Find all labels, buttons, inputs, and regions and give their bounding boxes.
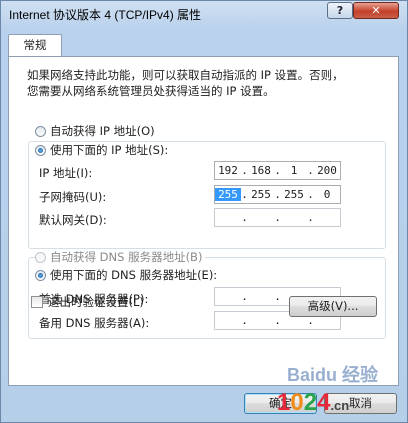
auto-ip-radio[interactable]: 自动获得 IP 地址(O) — [35, 123, 158, 139]
radio-selected-icon — [35, 269, 46, 281]
radio-selected-icon — [35, 144, 46, 156]
alternate-dns-label: 备用 DNS 服务器(A): — [39, 316, 150, 330]
octet: 168 — [251, 164, 271, 177]
intro-text: 如果网络支持此功能，则可以获取自动指派的 IP 设置。否则， 您需要从网络系统管… — [27, 67, 387, 99]
default-gateway-field[interactable]: . . . — [214, 208, 341, 227]
radio-icon — [35, 125, 46, 137]
checkbox-icon — [31, 296, 43, 308]
intro-line-2: 您需要从网络系统管理员处获得适当的 IP 设置。 — [27, 84, 275, 98]
cancel-button[interactable]: 取消 — [324, 393, 397, 414]
default-gateway-label: 默认网关(D): — [39, 213, 107, 227]
radio-icon — [35, 251, 46, 263]
manual-ip-radio[interactable]: 使用下面的 IP 地址(S): — [35, 142, 172, 158]
validate-label: 退出时验证设置(L) — [48, 295, 144, 309]
tab-general[interactable]: 常规 — [8, 34, 62, 57]
general-panel: 如果网络支持此功能，则可以获取自动指派的 IP 设置。否则， 您需要从网络系统管… — [8, 56, 399, 386]
auto-ip-label: 自动获得 IP 地址(O) — [50, 124, 155, 138]
octet: 192 — [218, 164, 238, 177]
window-title: Internet 协议版本 4 (TCP/IPv4) 属性 — [9, 8, 202, 22]
validate-on-exit-checkbox[interactable]: 退出时验证设置(L) — [31, 294, 144, 310]
manual-dns-radio[interactable]: 使用下面的 DNS 服务器地址(E): — [35, 267, 221, 283]
advanced-button[interactable]: 高级(V)... — [289, 296, 377, 317]
subnet-mask-field[interactable]: 255. 255. 255. 0 — [214, 185, 341, 204]
manual-ip-label: 使用下面的 IP 地址(S): — [50, 143, 169, 157]
close-button[interactable]: ✕ — [353, 2, 399, 19]
octet-selected: 255 — [215, 188, 241, 201]
manual-dns-label: 使用下面的 DNS 服务器地址(E): — [50, 268, 218, 282]
subnet-mask-label: 子网掩码(U): — [39, 190, 107, 204]
ok-button[interactable]: 确定 — [244, 393, 317, 414]
ip-address-label: IP 地址(I): — [39, 166, 93, 180]
dialog-window: Internet 协议版本 4 (TCP/IPv4) 属性 ? ✕ 常规 如果网… — [0, 0, 408, 423]
octet: 255 — [251, 188, 271, 201]
octet: 0 — [323, 188, 331, 201]
octet: 1 — [290, 164, 298, 177]
help-button[interactable]: ? — [327, 2, 353, 19]
auto-dns-label: 自动获得 DNS 服务器地址(B) — [50, 250, 203, 264]
auto-dns-radio[interactable]: 自动获得 DNS 服务器地址(B) — [35, 249, 206, 265]
ip-address-field[interactable]: 192. 168. 1. 200 — [214, 161, 341, 180]
octet: 200 — [317, 164, 337, 177]
intro-line-1: 如果网络支持此功能，则可以获取自动指派的 IP 设置。否则， — [27, 68, 344, 82]
octet: 255 — [284, 188, 304, 201]
title-bar[interactable]: Internet 协议版本 4 (TCP/IPv4) 属性 ? ✕ — [1, 1, 407, 29]
